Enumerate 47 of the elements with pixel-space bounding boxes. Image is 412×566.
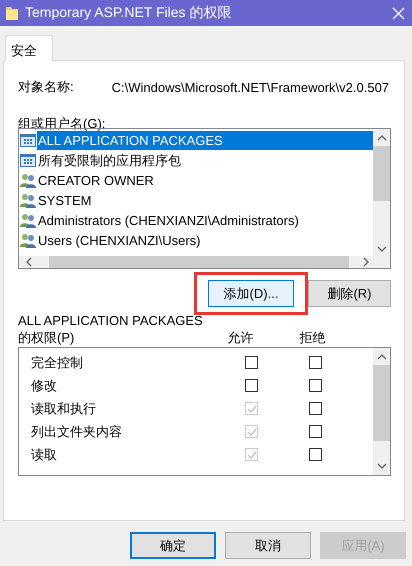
permission-name: 读取: [30, 446, 58, 464]
object-path: C:\Windows\Microsoft.NET\Framework\v2.0.507: [112, 80, 390, 94]
users-icon: [20, 212, 36, 228]
user-list-item[interactable]: Administrators (CHENXIANZI\Administrators): [37, 210, 300, 230]
tab[interactable]: 安全: [5, 35, 53, 61]
user-list-item[interactable]: Users (CHENXIANZI\Users): [37, 230, 202, 250]
checkbox[interactable]: [308, 402, 322, 415]
permission-name: 读取和执行: [30, 400, 97, 418]
permissions-title: ALL APPLICATION PACKAGES: [18, 313, 203, 328]
scroll-up-icon[interactable]: [376, 353, 388, 361]
checkbox[interactable]: [308, 425, 322, 438]
dialog-button[interactable]: 确定: [130, 532, 216, 559]
user-list-item[interactable]: SYSTEM: [37, 190, 92, 210]
checkbox[interactable]: [308, 356, 322, 369]
checkbox[interactable]: [244, 356, 258, 369]
column-header: 允许: [227, 329, 254, 345]
permissions-label: 的权限(P): [18, 329, 74, 345]
user-list-item[interactable]: CREATOR OWNER: [37, 170, 155, 190]
window-title: Temporary ASP.NET Files 的权限: [25, 4, 232, 22]
package-icon: [20, 132, 36, 148]
scrollbar[interactable]: [19, 256, 390, 268]
checkbox[interactable]: [308, 448, 322, 461]
principal-button[interactable]: 添加(D)...: [208, 280, 294, 307]
close-icon[interactable]: [391, 6, 406, 20]
folder-icon: [5, 5, 19, 21]
permission-name: 列出文件夹内容: [30, 422, 123, 440]
scroll-down-icon[interactable]: [376, 462, 388, 470]
users-icon: [20, 192, 36, 208]
user-list-item[interactable]: 所有受限制的应用程序包: [37, 150, 182, 170]
scroll-left-icon[interactable]: [25, 256, 33, 268]
scroll-down-icon[interactable]: [376, 245, 388, 253]
user-list-item[interactable]: ALL APPLICATION PACKAGES: [37, 130, 373, 150]
users-icon: [20, 172, 36, 188]
scroll-right-icon[interactable]: [362, 256, 370, 268]
object-name-label: 对象名称:: [18, 78, 74, 96]
checkbox[interactable]: [244, 379, 258, 392]
column-header: 拒绝: [299, 329, 326, 345]
scrollbar[interactable]: [373, 129, 390, 256]
scrollbar[interactable]: [373, 348, 390, 475]
package-icon: [20, 152, 36, 168]
principal-button[interactable]: 删除(R): [308, 280, 391, 307]
dialog-button[interactable]: 取消: [225, 532, 311, 559]
permission-name: 修改: [30, 376, 58, 394]
users-icon: [20, 232, 36, 248]
scroll-up-icon[interactable]: [376, 134, 388, 142]
permission-name: 完全控制: [30, 354, 84, 372]
checkbox[interactable]: [308, 379, 322, 392]
